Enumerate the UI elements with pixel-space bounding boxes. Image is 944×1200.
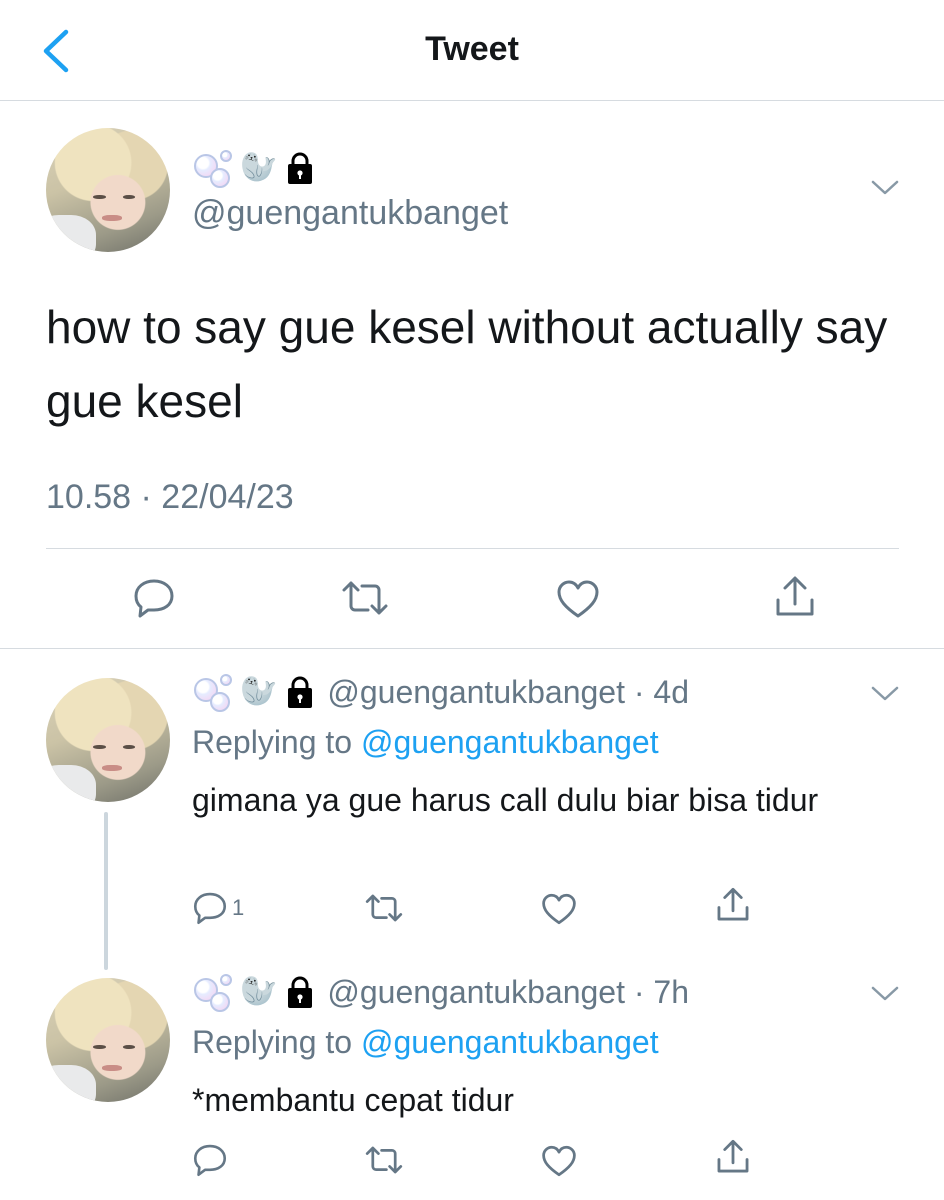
replying-to-link[interactable]: @guengantukbanget [361,1024,659,1060]
avatar[interactable] [46,678,170,802]
lock-icon [288,152,313,184]
tweet-timestamp[interactable]: 10.58 · 22/04/23 [46,478,294,517]
thread-line [104,812,108,970]
replying-prefix: Replying to [192,1024,361,1060]
share-icon [776,576,814,616]
share-button[interactable] [714,886,752,929]
like-button[interactable] [555,578,601,625]
reply-options-button[interactable] [870,984,900,1009]
share-icon [717,1139,749,1173]
replying-to: Replying to @guengantukbanget [192,1024,659,1061]
bubbles-emoji [192,148,232,188]
heart-icon [542,893,576,925]
share-icon [717,887,749,921]
retweet-icon [365,1146,403,1174]
replying-to: Replying to @guengantukbanget [192,724,659,761]
page-title: Tweet [425,30,519,68]
tweet-options-button[interactable] [870,178,900,203]
retweet-button[interactable] [340,578,390,623]
heart-icon [542,1145,576,1177]
tweet-text: how to say gue kesel without actually sa… [46,301,888,427]
bubbles-emoji [192,972,232,1012]
retweet-icon [365,894,403,922]
reply-count: 1 [232,895,245,920]
reply-handle-time[interactable]: @guengantukbanget · 7h [327,974,689,1011]
avatar[interactable] [46,978,170,1102]
display-name[interactable]: 🦭 [192,148,315,188]
divider [46,548,899,549]
reply-icon [193,1144,227,1177]
chevron-down-icon [871,986,899,1001]
chevron-down-icon [871,180,899,195]
like-button[interactable] [540,892,578,931]
seal-emoji: 🦭 [240,975,278,1008]
replying-prefix: Replying to [192,724,361,760]
reply-icon [193,892,227,925]
reply-button[interactable]: 1 [192,890,244,926]
seal-emoji: 🦭 [240,675,278,708]
reply-button[interactable] [132,576,176,625]
avatar[interactable] [46,128,170,252]
retweet-button[interactable] [364,1144,404,1181]
reply-handle-time[interactable]: @guengantukbanget · 4d [327,674,689,711]
header-divider [0,100,944,101]
tweet-handle[interactable]: @guengantukbanget [192,194,508,233]
seal-emoji: 🦭 [240,151,278,184]
share-button[interactable] [714,1138,752,1181]
reply-icon [134,579,174,618]
retweet-button[interactable] [364,892,404,929]
lock-icon [288,976,313,1008]
chevron-down-icon [871,686,899,701]
retweet-icon [342,581,388,615]
reply-text: gimana ya gue harus call dulu biar bisa … [192,782,819,818]
reply-button[interactable] [192,1142,228,1183]
reply-display-name[interactable]: 🦭 @guengantukbanget · 4d [192,672,689,712]
reply-display-name[interactable]: 🦭 @guengantukbanget · 7h [192,972,689,1012]
lock-icon [288,676,313,708]
share-button[interactable] [772,574,818,625]
like-button[interactable] [540,1144,578,1183]
divider [0,648,944,649]
replying-to-link[interactable]: @guengantukbanget [361,724,659,760]
bubbles-emoji [192,672,232,712]
reply-text: *membantu cepat tidur [192,1082,514,1118]
reply-options-button[interactable] [870,684,900,709]
heart-icon [557,580,599,618]
